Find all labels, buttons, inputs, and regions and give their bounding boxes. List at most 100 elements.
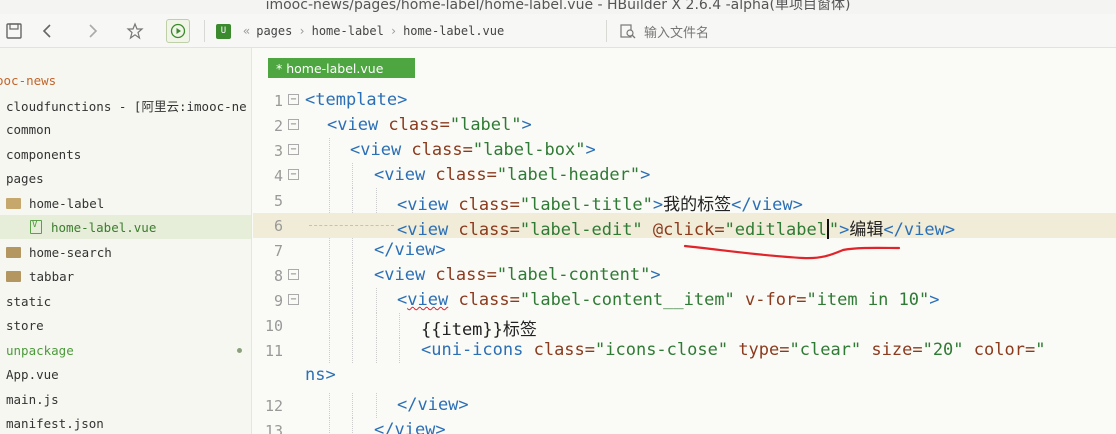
code-line[interactable]: 9 − <view class="label-content__item" v-… xyxy=(253,288,1116,313)
tree-item-label: home-label xyxy=(29,195,105,211)
toolbar-divider xyxy=(204,20,205,42)
tree-item-static[interactable]: static xyxy=(0,289,251,313)
tab-home-label-vue[interactable]: * home-label.vue xyxy=(268,58,415,78)
line-number: 3 xyxy=(273,142,283,160)
search-input[interactable]: 输入文件名 xyxy=(644,22,709,41)
tree-item-store[interactable]: store xyxy=(0,313,251,337)
code-text: <view class="label-edit" @click="editlab… xyxy=(397,219,956,240)
code-text: <view class="label-title">我的标签</view> xyxy=(397,195,803,215)
vue-file-icon: U xyxy=(216,23,231,39)
save-icon[interactable] xyxy=(2,19,26,43)
code-text: <view class="label"> xyxy=(327,115,532,135)
breadcrumb: U « pages › home-label › home-label.vue xyxy=(216,20,504,42)
code-line[interactable]: 5 <view class="label-title">我的标签</view> xyxy=(253,188,1116,215)
code-text: </view> xyxy=(397,395,469,415)
tree-item-label: common xyxy=(6,121,52,137)
tree-item-label: unpackage xyxy=(6,342,74,358)
window-title-bar: imooc-news/pages/home-label/home-label.v… xyxy=(0,0,1116,14)
line-number: 6 xyxy=(273,217,283,235)
tree-item-tabbar[interactable]: tabbar xyxy=(0,264,251,288)
code-text: </view> xyxy=(374,240,446,260)
tree-item-components[interactable]: components xyxy=(0,142,251,166)
line-number: 12 xyxy=(264,397,283,415)
chevron-right-icon: › xyxy=(298,24,306,38)
tree-item-app-vue[interactable]: App.vue xyxy=(0,362,251,386)
tree-item-pages[interactable]: pages xyxy=(0,166,251,190)
tree-item-label: pages xyxy=(6,170,44,186)
tree-item-label: cloudfunctions - [阿里云:imooc-ne xyxy=(6,98,247,114)
fold-toggle-icon[interactable]: − xyxy=(288,169,299,180)
star-icon[interactable] xyxy=(123,19,147,43)
tree-item-label: home-label.vue xyxy=(51,219,157,235)
tree-item-unpackage[interactable]: unpackage xyxy=(0,338,251,362)
line-number: 1 xyxy=(273,92,283,110)
line-number: 5 xyxy=(273,192,283,210)
tree-item-home-search[interactable]: home-search xyxy=(0,240,251,264)
code-line-wrap[interactable]: ns> xyxy=(253,363,1116,388)
code-text: <view class="label-header"> xyxy=(374,165,651,185)
tree-item-label: App.vue xyxy=(6,366,59,382)
fold-toggle-icon[interactable]: − xyxy=(288,144,299,155)
code-text: ns> xyxy=(305,365,336,385)
breadcrumb-item[interactable]: home-label.vue xyxy=(403,24,504,38)
line-number: 13 xyxy=(264,422,283,434)
tree-item-home-label[interactable]: home-label xyxy=(0,191,251,215)
file-search[interactable]: 输入文件名 xyxy=(618,20,709,42)
folder-open-icon xyxy=(6,197,21,209)
breadcrumb-item[interactable]: pages xyxy=(256,24,292,38)
code-line[interactable]: 2 − <view class="label"> xyxy=(253,113,1116,138)
search-file-icon xyxy=(620,23,636,43)
forward-arrow-icon[interactable] xyxy=(80,19,104,43)
tree-item-label: store xyxy=(6,317,44,333)
tree-item-label: main.js xyxy=(6,391,59,407)
vue-file-icon xyxy=(30,220,42,234)
breadcrumb-item[interactable]: home-label xyxy=(312,24,384,38)
back-arrow-icon[interactable] xyxy=(36,19,60,43)
code-line-current[interactable]: 6 <view class="label-edit" @click="editl… xyxy=(253,213,1116,240)
line-number: 7 xyxy=(273,242,283,260)
tree-item-home-label-vue[interactable]: home-label.vue xyxy=(0,215,251,239)
line-number: 2 xyxy=(273,117,283,135)
code-line[interactable]: 13 </view> xyxy=(253,418,1116,434)
tree-item-main-js[interactable]: main.js xyxy=(0,387,251,411)
code-line[interactable]: 10 {{item}}标签 xyxy=(253,313,1116,340)
fold-toggle-icon[interactable]: − xyxy=(288,94,299,105)
fold-toggle-icon[interactable]: − xyxy=(288,269,299,280)
line-number: 10 xyxy=(264,317,283,335)
tree-item-project[interactable]: ooc-news xyxy=(0,68,248,92)
tab-label: * home-label.vue xyxy=(276,60,384,76)
code-text: <view class="label-content__item" v-for=… xyxy=(397,290,940,310)
modified-dot-icon xyxy=(237,347,242,353)
line-number: 8 xyxy=(273,267,283,285)
code-line[interactable]: 1 − <template> xyxy=(253,88,1116,113)
project-tree: ooc-news cloudfunctions - [阿里云:imooc-ne … xyxy=(0,48,252,434)
tree-item-label: tabbar xyxy=(29,268,75,284)
tree-item-cloudfunctions[interactable]: cloudfunctions - [阿里云:imooc-ne xyxy=(0,93,251,117)
code-editor[interactable]: * home-label.vue 1 − <template> 2 − <vie… xyxy=(253,48,1116,434)
code-line[interactable]: 3 − <view class="label-box"> xyxy=(253,138,1116,163)
code-line[interactable]: 12 </view> xyxy=(253,393,1116,418)
tree-item-label: components xyxy=(6,146,82,162)
tree-item-label: manifest.json xyxy=(6,415,104,431)
code-text: <view class="label-content"> xyxy=(374,265,661,285)
window-title: imooc-news/pages/home-label/home-label.v… xyxy=(265,0,851,13)
code-text: <view class="label-box"> xyxy=(350,140,596,160)
tree-item-label: ooc-news xyxy=(0,72,57,88)
code-line[interactable]: 8 − <view class="label-content"> xyxy=(253,263,1116,288)
tree-item-label: static xyxy=(6,293,52,309)
tree-item-common[interactable]: common xyxy=(0,117,251,141)
code-text: <uni-icons class="icons-close" type="cle… xyxy=(421,340,1046,360)
folder-icon xyxy=(6,246,21,258)
code-line[interactable]: 11 <uni-icons class="icons-close" type="… xyxy=(253,338,1116,363)
fold-toggle-icon[interactable]: − xyxy=(288,294,299,305)
code-line[interactable]: 4 − <view class="label-header"> xyxy=(253,163,1116,188)
code-text: </view> xyxy=(374,420,446,434)
fold-toggle-icon[interactable]: − xyxy=(288,119,299,130)
toolbar-divider xyxy=(606,20,607,42)
tree-item-label: home-search xyxy=(29,244,112,260)
line-number: 11 xyxy=(264,342,283,360)
code-text: <template> xyxy=(305,90,408,110)
tree-item-manifest[interactable]: manifest.json xyxy=(0,411,251,434)
line-number: 9 xyxy=(273,292,283,310)
run-icon[interactable] xyxy=(166,19,190,43)
